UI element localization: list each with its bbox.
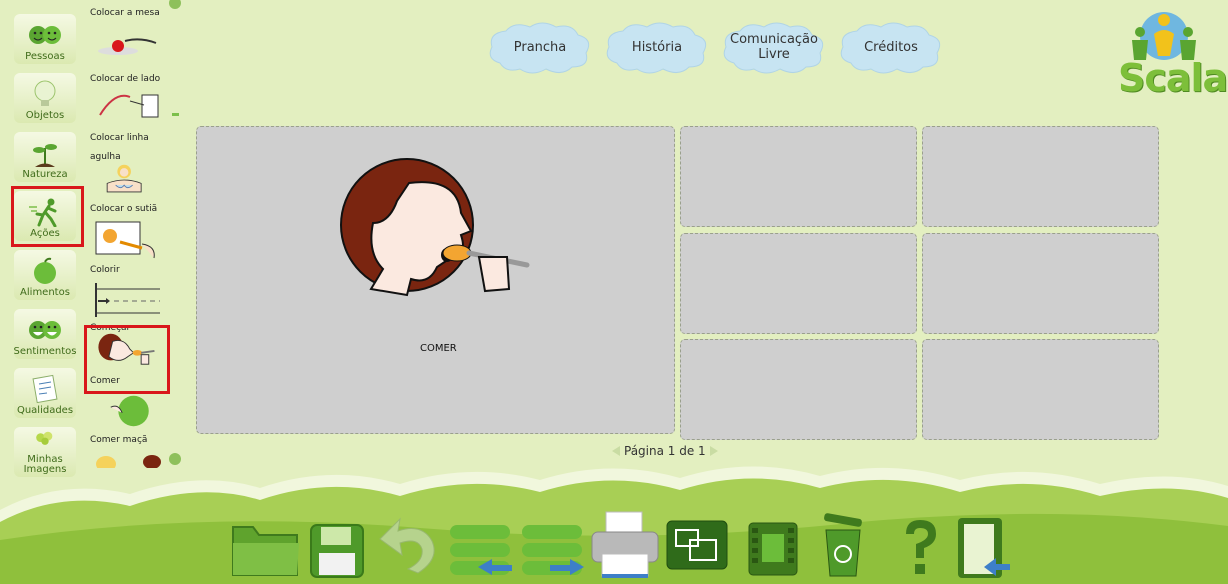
shift-right-button[interactable] xyxy=(520,515,586,583)
symbol-item[interactable]: Comer maçã xyxy=(90,392,166,445)
film-icon xyxy=(748,522,798,576)
board-cell-main[interactable]: COMER xyxy=(196,126,675,434)
board-cell[interactable] xyxy=(680,339,917,440)
floppy-disk-icon xyxy=(310,524,364,578)
main-cell-label: COMER xyxy=(420,343,457,354)
faces-icon xyxy=(29,321,61,339)
symbol-label: Colocar de lado xyxy=(90,74,161,84)
category-label: Sentimentos xyxy=(13,346,77,357)
symbol-item[interactable]: Colocar de lado xyxy=(90,66,166,129)
category-label: Alimentos xyxy=(20,287,70,298)
open-folder-button[interactable] xyxy=(231,515,301,583)
symbol-label: Colocar o sutiã xyxy=(90,204,158,214)
board-cell[interactable] xyxy=(922,233,1159,334)
rows-right-icon xyxy=(522,525,584,575)
set-aside-icon xyxy=(99,94,159,118)
logo-text: Scala xyxy=(1118,56,1228,100)
tab-prancha[interactable]: Prancha xyxy=(486,19,594,75)
category-sentimentos[interactable]: Sentimentos xyxy=(13,309,77,359)
lightbulb-icon xyxy=(34,80,56,106)
selected-symbol-highlight xyxy=(84,325,170,394)
tab-label: História xyxy=(631,39,683,55)
board-cell[interactable] xyxy=(680,126,917,227)
category-label: Qualidades xyxy=(16,405,74,416)
tab-label: Créditos xyxy=(864,39,918,55)
print-button[interactable] xyxy=(590,510,660,584)
tab-label: Prancha xyxy=(513,39,567,55)
category-objetos[interactable]: Objetos xyxy=(14,73,76,123)
tab-comunicacao-livre[interactable]: Comunicação Livre xyxy=(720,19,828,75)
note-icon xyxy=(32,374,58,404)
category-label: Natureza xyxy=(22,169,68,180)
resize-button[interactable] xyxy=(666,520,728,576)
symbol-label: Comer maçã xyxy=(90,435,148,445)
tab-creditos[interactable]: Créditos xyxy=(837,19,945,75)
category-natureza[interactable]: Natureza xyxy=(14,132,76,182)
symbol-item[interactable]: Colocar linha agulha xyxy=(90,125,166,201)
category-alimentos[interactable]: Alimentos xyxy=(14,250,76,300)
exit-button[interactable] xyxy=(956,516,1012,584)
question-mark-icon xyxy=(906,520,936,574)
film-button[interactable] xyxy=(748,522,798,580)
recycle-bin-button[interactable] xyxy=(818,512,868,582)
save-button[interactable] xyxy=(309,515,365,583)
woman-bra-icon xyxy=(106,164,142,193)
plant-icon xyxy=(33,144,57,167)
scala-logo: Scala xyxy=(1118,6,1228,102)
selected-category-highlight xyxy=(11,186,84,247)
symbol-item[interactable]: Colocar o sutiã xyxy=(90,196,166,265)
people-icon xyxy=(29,26,61,44)
board-cell[interactable] xyxy=(922,126,1159,227)
symbol-item[interactable]: Colocar a mesa xyxy=(90,0,166,63)
folder-icon xyxy=(232,526,299,576)
resize-icon xyxy=(666,520,728,570)
symbol-label: Colorir xyxy=(90,265,120,275)
tab-label: Comunicação Livre xyxy=(730,32,818,62)
scroll-up-dot[interactable] xyxy=(168,0,182,12)
symbol-label: Colocar a mesa xyxy=(90,8,160,18)
shift-left-button[interactable] xyxy=(448,515,514,583)
rows-left-icon xyxy=(450,525,512,575)
exit-door-icon xyxy=(958,518,1010,578)
coloring-icon xyxy=(95,221,155,259)
board-cell[interactable] xyxy=(922,339,1159,440)
scroll-thumb[interactable] xyxy=(172,113,179,116)
category-qualidades[interactable]: Qualidades xyxy=(14,368,76,418)
category-pessoas[interactable]: Pessoas xyxy=(14,14,76,64)
undo-arrow-icon xyxy=(379,517,435,574)
symbol-label: Colocar linha agulha xyxy=(90,133,149,162)
tab-historia[interactable]: História xyxy=(603,19,711,75)
undo-button[interactable] xyxy=(378,515,440,583)
help-button[interactable] xyxy=(898,518,942,582)
apple-icon xyxy=(34,257,56,284)
eat-apple-icon xyxy=(110,395,149,427)
category-label: Pessoas xyxy=(25,51,65,62)
trash-icon xyxy=(824,513,862,577)
set-table-icon xyxy=(98,38,157,55)
category-label: Objetos xyxy=(25,110,65,121)
eating-person-icon xyxy=(340,158,530,297)
board-cell[interactable] xyxy=(680,233,917,334)
printer-icon xyxy=(591,511,659,578)
